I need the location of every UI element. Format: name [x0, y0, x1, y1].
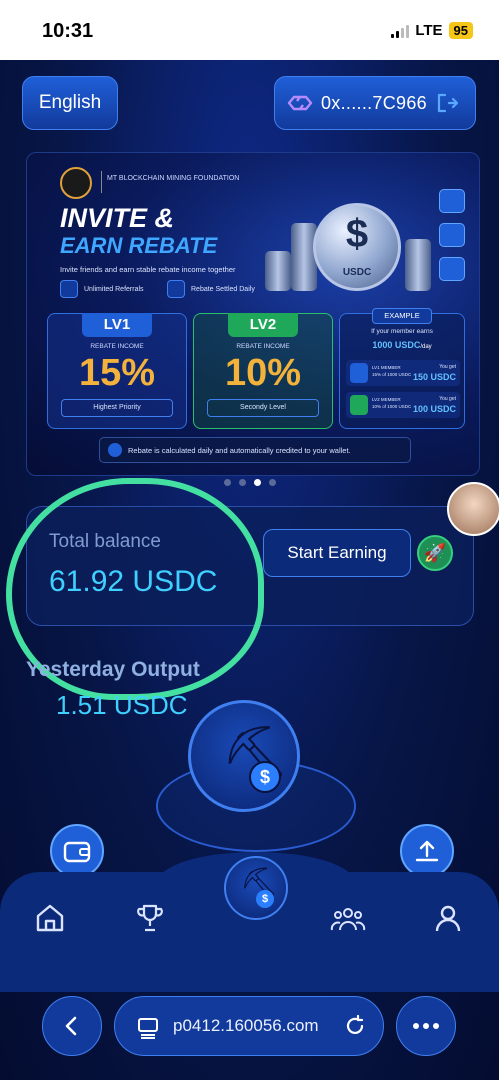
status-indicators: LTE 95	[391, 22, 473, 39]
dollar-coin-icon: $	[256, 890, 274, 908]
balance-label: Total balance	[49, 531, 161, 552]
tab-rewards[interactable]	[132, 900, 168, 936]
example-row-lv2: LV2 MEMBER 10% of 1000 USDC You get 100 US…	[346, 392, 460, 418]
chip-unlimited: Unlimited Referrals	[60, 279, 144, 299]
carousel-dot[interactable]	[268, 479, 276, 486]
dollar-coin-icon: $	[249, 761, 281, 793]
carousel-dot-active[interactable]	[253, 479, 261, 486]
example-row-get: You get 150 USDC	[412, 364, 456, 382]
example-row-text: LV1 MEMBER 15% of 1000 USDC	[372, 365, 412, 377]
more-icon	[413, 1023, 439, 1029]
coin-stack	[265, 251, 291, 291]
divider	[101, 171, 102, 193]
lv2-note: Secondy Level	[207, 399, 319, 417]
wallet-address: 0x......7C966	[321, 92, 427, 113]
signal-icon	[391, 24, 410, 38]
home-icon	[36, 904, 64, 932]
banner-footer: Rebate is calculated daily and automatic…	[99, 437, 411, 463]
tab-profile[interactable]	[430, 900, 466, 936]
user-icon	[439, 257, 465, 281]
start-earning-button[interactable]: Start Earning	[263, 529, 411, 577]
page-info-icon[interactable]	[137, 1017, 159, 1039]
carousel-dots	[0, 479, 499, 486]
wallet-button[interactable]: 0x......7C966	[274, 76, 476, 130]
carousel-dot[interactable]	[238, 479, 246, 486]
wallet-icon	[63, 841, 91, 863]
language-label: English	[38, 92, 102, 113]
usdc-coin-icon: $ USDC	[313, 203, 401, 291]
status-time: 10:31	[42, 20, 94, 42]
language-button[interactable]: English	[22, 76, 118, 130]
upload-icon	[415, 840, 439, 862]
link-icon	[60, 280, 78, 298]
trophy-icon	[137, 904, 163, 932]
app-screen: English 0x......7C966 MT BLOCKCHAIN MINI…	[0, 60, 499, 1080]
example-tag: EXAMPLE	[372, 308, 432, 324]
lv2-card: LV2 REBATE INCOME 10% Secondy Level	[193, 313, 333, 429]
status-bar: 10:31 LTE 95	[0, 0, 499, 60]
team-icon	[330, 908, 366, 931]
coin-stack	[291, 223, 317, 291]
banner-subtitle: Invite friends and earn stable rebate in…	[60, 265, 236, 274]
url-text: p0412.160056.com	[173, 1016, 319, 1035]
wallet-icon	[167, 280, 185, 298]
lv2-tag: LV2	[228, 313, 298, 337]
lv1-note: Highest Priority	[61, 399, 173, 417]
lv2-percent: 10%	[224, 352, 302, 394]
example-amount-row: 1000 USDC/day	[340, 335, 464, 353]
wallet-shortcut-button[interactable]	[50, 824, 104, 878]
bulb-icon	[108, 443, 122, 457]
reload-icon[interactable]	[343, 1014, 367, 1038]
back-button[interactable]	[42, 996, 102, 1056]
banner-org: MT BLOCKCHAIN MINING FOUNDATION	[107, 175, 240, 182]
lv1-tag: LV1	[82, 313, 152, 337]
start-earning-label: Start Earning	[287, 543, 387, 562]
tab-team[interactable]	[330, 900, 366, 936]
coin-stack	[405, 239, 431, 291]
rocket-icon[interactable]: 🚀	[417, 535, 453, 571]
promo-banner[interactable]: MT BLOCKCHAIN MINING FOUNDATION INVITE &…	[26, 152, 480, 476]
example-card: EXAMPLE If your member earns 1000 USDC/d…	[339, 308, 465, 429]
lv1-caption: REBATE INCOME	[90, 343, 144, 350]
balance-value: 61.92 USDC	[49, 565, 218, 598]
example-row-lv1: LV1 MEMBER 15% of 1000 USDC You get 150 US…	[346, 360, 460, 386]
user-icon	[439, 223, 465, 247]
banner-title: INVITE &	[60, 203, 175, 233]
example-per: /day	[420, 344, 432, 350]
withdraw-shortcut-button[interactable]	[400, 824, 454, 878]
member-icon	[350, 395, 368, 415]
user-icon	[439, 189, 465, 213]
chip-label: Rebate Settled Daily	[191, 285, 255, 293]
lv2-caption: REBATE INCOME	[236, 343, 290, 350]
chip-daily: Rebate Settled Daily	[167, 279, 255, 299]
example-row-get: You get 100 USDC	[412, 396, 456, 414]
lv1-card: LV1 REBATE INCOME 15% Highest Priority	[47, 313, 187, 429]
address-bar[interactable]: p0412.160056.com	[114, 996, 384, 1056]
lv1-percent: 15%	[78, 352, 156, 394]
member-icon	[350, 363, 368, 383]
foundation-logo-icon	[60, 167, 92, 199]
yesterday-output-value: 1.51 USDC	[56, 690, 188, 720]
customer-support-avatar[interactable]	[447, 482, 499, 536]
more-menu-button[interactable]	[396, 996, 456, 1056]
carousel-dot[interactable]	[223, 479, 231, 486]
browser-toolbar: p0412.160056.com	[0, 980, 499, 1080]
network-label: LTE	[415, 22, 443, 39]
tab-home[interactable]	[32, 900, 68, 936]
balance-card: Total balance 61.92 USDC Start Earning 🚀	[26, 506, 474, 626]
yesterday-output-label: Yesterday Output	[26, 658, 200, 681]
profile-icon	[435, 905, 461, 932]
example-amount: 1000 USDC	[372, 340, 421, 350]
polygon-icon	[287, 95, 313, 111]
banner-title-2: EARN REBATE	[60, 233, 218, 258]
example-row-text: LV2 MEMBER 10% of 1000 USDC	[372, 397, 412, 409]
tab-mining[interactable]: ⛏ $	[224, 856, 288, 920]
chip-label: Unlimited Referrals	[84, 285, 144, 293]
chevron-left-icon	[65, 1016, 77, 1036]
battery-icon: 95	[448, 22, 473, 39]
mine-button[interactable]: ⛏ $	[188, 700, 300, 812]
example-line: If your member earns	[371, 328, 433, 335]
logout-icon[interactable]	[435, 91, 459, 115]
